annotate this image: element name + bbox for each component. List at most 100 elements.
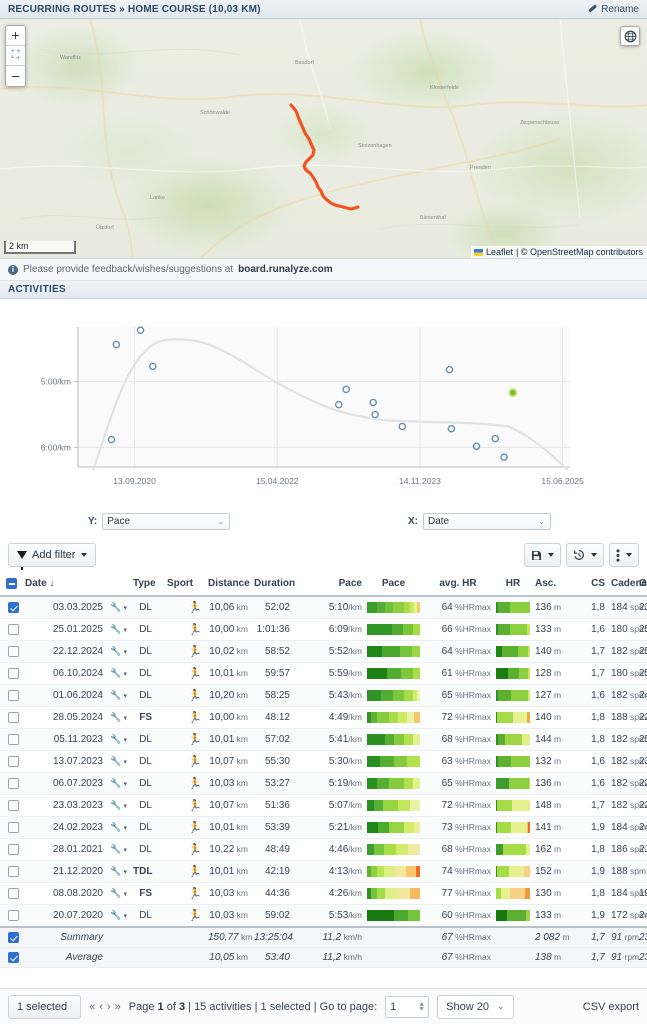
wrench-icon[interactable]: 🔧	[110, 822, 121, 832]
col-type[interactable]: Type	[130, 572, 156, 598]
row-select-cell[interactable]	[0, 947, 22, 969]
caret-down-icon[interactable]: ▾	[122, 649, 127, 656]
cell-date[interactable]: 20.07.2020	[22, 904, 106, 928]
cell-date[interactable]: 13.07.2023	[22, 750, 106, 774]
map-zoom-controls[interactable]: + ⛶ –	[5, 25, 26, 87]
row-checkbox[interactable]	[8, 910, 19, 922]
wrench-icon[interactable]: 🔧	[110, 602, 121, 612]
row-select-cell[interactable]	[0, 838, 22, 862]
wrench-icon[interactable]: 🔧	[110, 712, 121, 722]
rename-button[interactable]: Rename	[588, 4, 639, 15]
first-page-button[interactable]: «	[89, 1001, 95, 1013]
col-avg-hr[interactable]: avg. HR	[422, 572, 494, 598]
row-select-cell[interactable]	[0, 816, 22, 840]
save-view-button[interactable]	[524, 543, 561, 567]
col-date[interactable]: Date ↓	[22, 572, 106, 598]
row-select-cell[interactable]	[0, 618, 22, 642]
cell-actions[interactable]: 🔧 ▾	[106, 706, 130, 730]
col-asc[interactable]: Asc.	[532, 572, 556, 598]
wrench-icon[interactable]: 🔧	[110, 756, 121, 766]
cell-actions[interactable]: 🔧 ▾	[106, 794, 130, 818]
table-row[interactable]: 20.07.2020 🔧 ▾ DL 🏃 10,03 km 59:02 5:53/km 60 %…	[0, 904, 647, 928]
cell-date[interactable]: 08.08.2020	[22, 882, 106, 906]
cell-actions[interactable]: 🔧 ▾	[106, 860, 130, 884]
row-checkbox[interactable]	[8, 822, 19, 834]
wrench-icon[interactable]: 🔧	[110, 800, 121, 810]
cell-date[interactable]: 01.06.2024	[22, 684, 106, 708]
caret-down-icon[interactable]: ▾	[122, 825, 127, 832]
row-select-cell[interactable]	[0, 794, 22, 818]
caret-down-icon[interactable]: ▾	[122, 759, 127, 766]
wrench-icon[interactable]: 🔧	[110, 690, 121, 700]
wrench-icon[interactable]: 🔧	[110, 910, 121, 920]
row-checkbox[interactable]	[8, 952, 19, 964]
row-select-cell[interactable]	[0, 860, 22, 884]
col-distance[interactable]: Distance	[205, 572, 251, 598]
select-all-checkbox[interactable]	[5, 578, 17, 589]
table-row[interactable]: 05.11.2023 🔧 ▾ DL 🏃 10,01 km 57:02 5:41/km 68 %…	[0, 728, 647, 752]
cell-actions[interactable]: 🔧 ▾	[106, 596, 130, 620]
cell-actions[interactable]: 🔧 ▾	[106, 882, 130, 906]
csv-export-button[interactable]: CSV export	[583, 1001, 639, 1013]
caret-down-icon[interactable]: ▾	[122, 605, 127, 612]
cell-date[interactable]: 25.01.2025	[22, 618, 106, 642]
row-select-cell[interactable]	[0, 596, 22, 620]
last-page-button[interactable]: »	[115, 1001, 121, 1013]
cell-date[interactable]: 23.03.2023	[22, 794, 106, 818]
caret-down-icon[interactable]: ▾	[122, 737, 127, 744]
goto-page-input[interactable]: 1 ▲ ▼	[385, 995, 430, 1018]
caret-down-icon[interactable]: ▾	[122, 869, 127, 876]
rows-per-page-select[interactable]: Show 20 ⌄	[437, 994, 514, 1019]
table-row[interactable]: 06.10.2024 🔧 ▾ DL 🏃 10,01 km 59:57 5:59/km 61 %…	[0, 662, 647, 686]
cell-date[interactable]: 06.10.2024	[22, 662, 106, 686]
next-page-button[interactable]: ›	[107, 1001, 111, 1013]
col-cadence[interactable]: Cadence	[608, 572, 647, 598]
table-row[interactable]: 06.07.2023 🔧 ▾ DL 🏃 10,03 km 53:27 5:19/km 65 %…	[0, 772, 647, 796]
table-row[interactable]: 24.02.2023 🔧 ▾ DL 🏃 10,01 km 53:39 5:21/km 73 %…	[0, 816, 647, 840]
caret-down-icon[interactable]: ▾	[122, 781, 127, 788]
cell-actions[interactable]: 🔧 ▾	[106, 838, 130, 862]
caret-down-icon[interactable]: ▾	[122, 715, 127, 722]
zoom-in-button[interactable]: +	[6, 26, 25, 46]
caret-down-icon[interactable]: ▾	[122, 627, 127, 634]
table-row[interactable]: 03.03.2025 🔧 ▾ DL 🏃 10,06 km 52:02 5:10/km 64 %…	[0, 596, 647, 620]
attribution-leaflet[interactable]: Leaflet	[486, 247, 513, 257]
wrench-icon[interactable]: 🔧	[110, 866, 121, 876]
row-checkbox[interactable]	[8, 668, 19, 680]
cell-actions[interactable]: 🔧 ▾	[106, 728, 130, 752]
col-cs[interactable]: CS	[554, 572, 608, 598]
cell-actions[interactable]: 🔧 ▾	[106, 904, 130, 928]
row-checkbox[interactable]	[8, 734, 19, 746]
cell-actions[interactable]: 🔧 ▾	[106, 618, 130, 642]
table-row[interactable]: 22.12.2024 🔧 ▾ DL 🏃 10,02 km 58:52 5:52/km 64 %…	[0, 640, 647, 664]
x-axis-select[interactable]: Date ⌄	[423, 512, 551, 530]
stepper-icon[interactable]: ▲ ▼	[418, 1001, 425, 1013]
zoom-out-button[interactable]: –	[6, 66, 25, 86]
row-checkbox[interactable]	[8, 800, 19, 812]
table-row[interactable]: 23.03.2023 🔧 ▾ DL 🏃 10,07 km 51:36 5:07/km 72 %…	[0, 794, 647, 818]
fullscreen-icon[interactable]: ⛶	[6, 46, 25, 66]
table-row[interactable]: 21.12.2020 🔧 ▾ TDL 🏃 10,01 km 42:19 4:13/km 74 …	[0, 860, 647, 884]
add-filter-button[interactable]: Add filter	[8, 543, 97, 570]
caret-down-icon[interactable]: ▾	[122, 803, 127, 810]
cell-date[interactable]: 03.03.2025	[22, 596, 106, 620]
y-axis-select[interactable]: Pace ⌄	[102, 512, 231, 530]
globe-icon[interactable]	[620, 26, 640, 46]
row-checkbox[interactable]	[8, 624, 19, 636]
table-row[interactable]: 28.01.2021 🔧 ▾ DL 🏃 10,22 km 48:49 4:46/km 68 %…	[0, 838, 647, 862]
col-pace-bar[interactable]: Pace	[365, 572, 422, 598]
cell-actions[interactable]: 🔧 ▾	[106, 662, 130, 686]
cell-actions[interactable]: 🔧 ▾	[106, 750, 130, 774]
col-hr-bar[interactable]: HR	[494, 572, 532, 598]
caret-down-icon[interactable]: ▾	[122, 671, 127, 678]
row-checkbox[interactable]	[8, 690, 19, 702]
cell-date[interactable]: 05.11.2023	[22, 728, 106, 752]
cell-actions[interactable]: 🔧 ▾	[106, 640, 130, 664]
cell-actions[interactable]: 🔧 ▾	[106, 772, 130, 796]
wrench-icon[interactable]: 🔧	[110, 888, 121, 898]
caret-down-icon[interactable]: ▾	[122, 891, 127, 898]
wrench-icon[interactable]: 🔧	[110, 646, 121, 656]
row-select-cell[interactable]	[0, 882, 22, 906]
wrench-icon[interactable]: 🔧	[110, 734, 121, 744]
cell-actions[interactable]: 🔧 ▾	[106, 684, 130, 708]
